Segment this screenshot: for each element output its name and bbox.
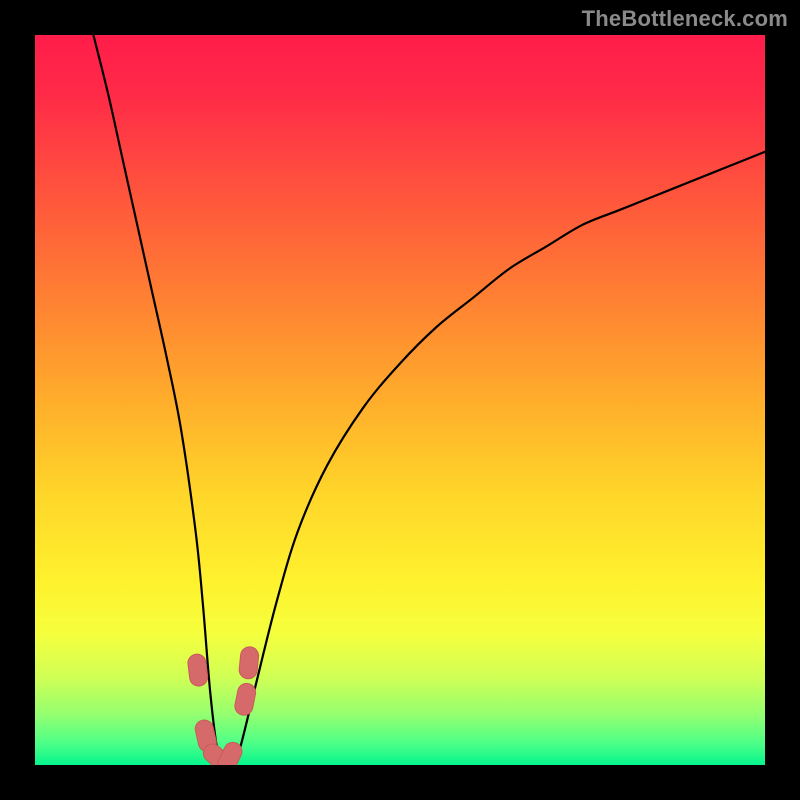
plot-area <box>35 35 765 765</box>
watermark-text: TheBottleneck.com <box>582 6 788 32</box>
curve-markers <box>187 646 260 765</box>
curve-marker <box>187 653 209 687</box>
curve-marker <box>233 682 257 717</box>
curve-marker <box>238 646 259 680</box>
curve-layer <box>35 35 765 765</box>
chart-frame: TheBottleneck.com <box>0 0 800 800</box>
